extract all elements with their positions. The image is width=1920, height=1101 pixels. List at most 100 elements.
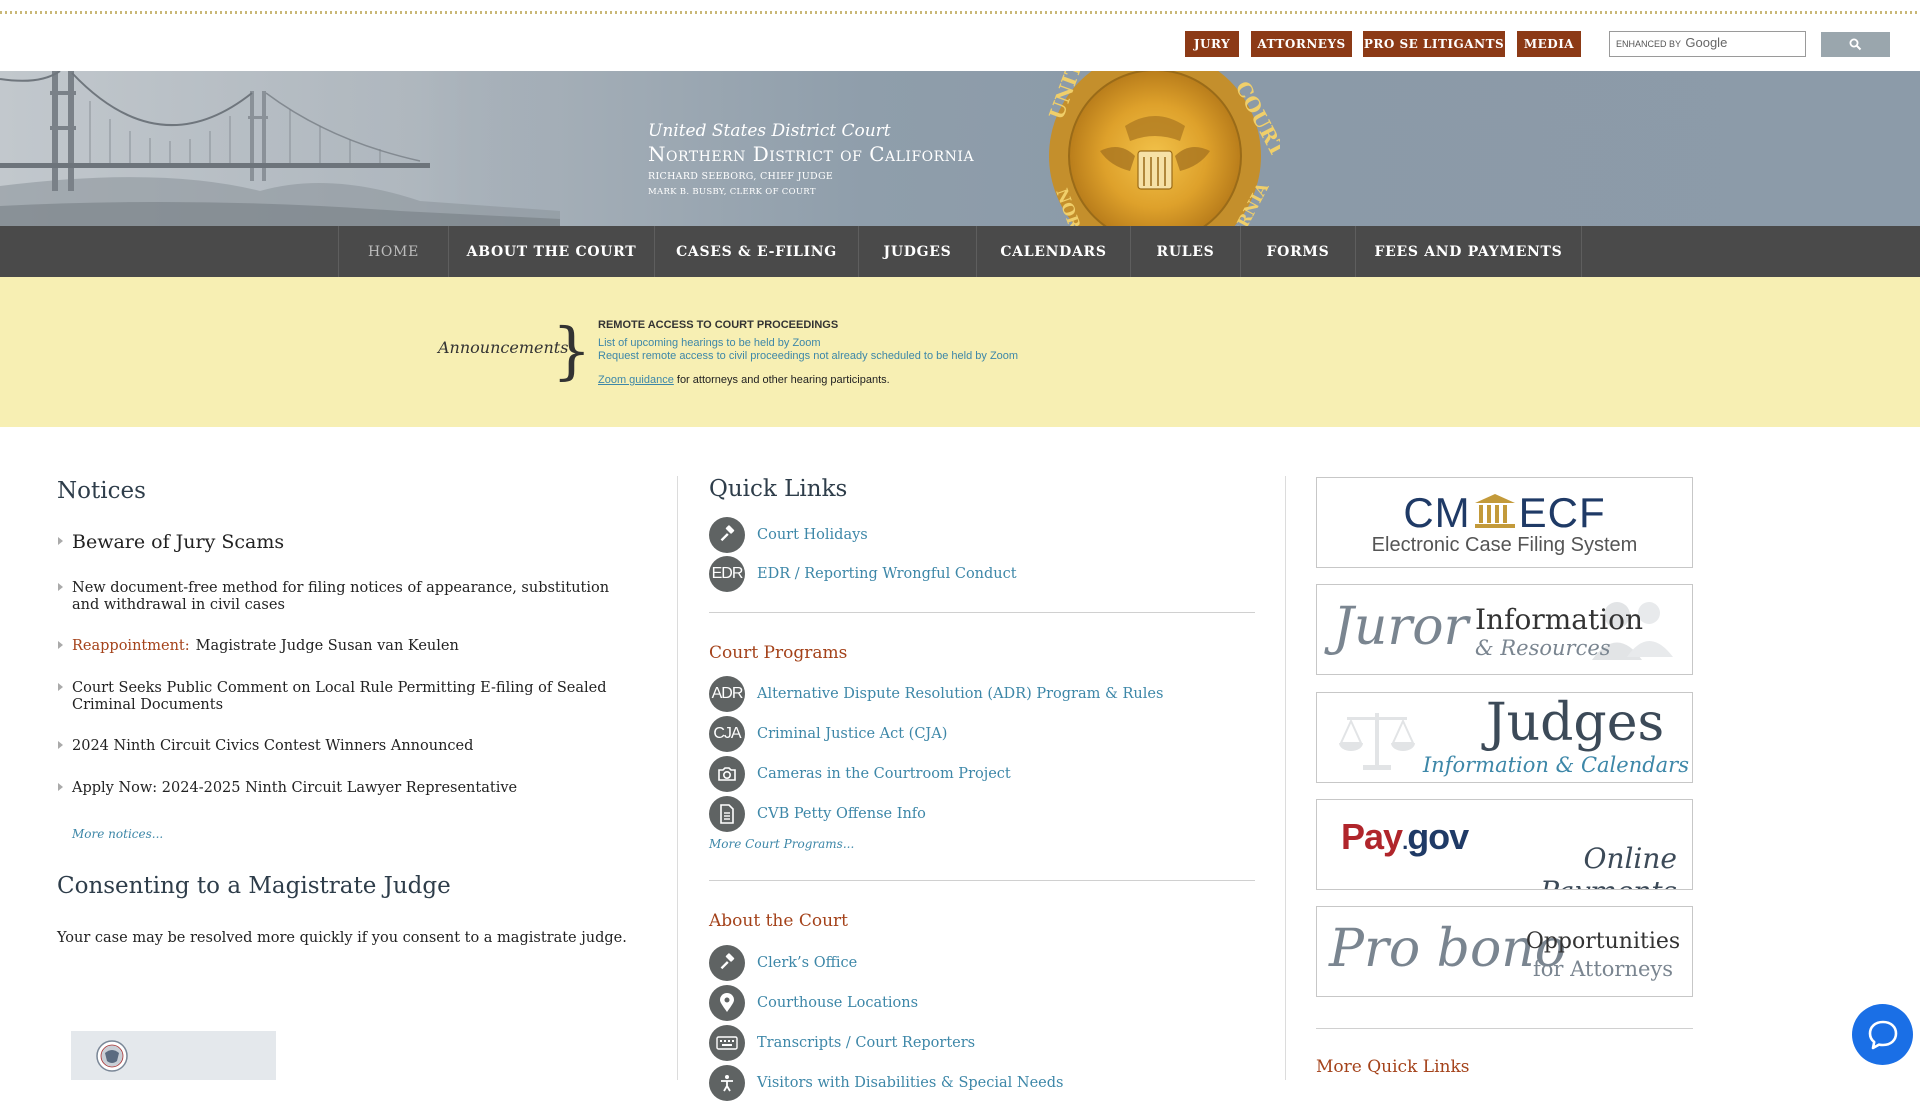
juror-info-label: Information <box>1475 603 1644 636</box>
nav-fees-and-payments[interactable]: FEES AND PAYMENTS <box>1355 226 1581 277</box>
notice-item[interactable]: Apply Now: 2024-2025 Ninth Circuit Lawye… <box>58 780 632 797</box>
announcement-link-zoom-hearings[interactable]: List of upcoming hearings to be held by … <box>598 337 821 349</box>
program-link-adr[interactable]: ADR Alternative Dispute Resolution (ADR)… <box>709 676 1163 712</box>
section-divider <box>1316 1028 1693 1029</box>
about-link-label: Courthouse Locations <box>757 995 919 1011</box>
camera-icon <box>709 756 745 792</box>
pro-bono-opportunities: Opportunities <box>1525 929 1681 954</box>
announcement-link-remote-access[interactable]: Request remote access to civil proceedin… <box>598 350 1018 362</box>
notice-text: Apply Now: 2024-2025 Ninth Circuit Lawye… <box>72 780 518 796</box>
location-pin-icon <box>709 985 745 1021</box>
judges-subtitle: Information & Calendars <box>1422 753 1689 777</box>
section-divider <box>709 880 1255 881</box>
nav-rules[interactable]: RULES <box>1130 226 1240 277</box>
nav-calendars[interactable]: CALENDARS <box>976 226 1130 277</box>
util-media-button[interactable]: MEDIA <box>1517 31 1581 57</box>
notice-item[interactable]: New document-free method for filing noti… <box>58 580 632 614</box>
nav-about-the-court[interactable]: ABOUT THE COURT <box>448 226 654 277</box>
notice-prefix: Reappointment: <box>72 638 190 654</box>
chat-bubble-icon <box>1868 1020 1897 1049</box>
chief-judge-name: RICHARD SEEBORG, CHIEF JUDGE <box>648 171 834 182</box>
notice-text: Magistrate Judge Susan van Keulen <box>195 638 459 654</box>
bullet-icon <box>58 641 63 649</box>
zoom-guidance-text: for attorneys and other hearing particip… <box>673 374 890 386</box>
program-link-cameras[interactable]: Cameras in the Courtroom Project <box>709 756 1011 792</box>
juror-resources-label: & Resources <box>1475 636 1611 660</box>
quick-link-edr[interactable]: EDR EDR / Reporting Wrongful Conduct <box>709 556 1017 592</box>
more-notices-link[interactable]: More notices... <box>72 827 163 841</box>
court-programs-heading: Court Programs <box>709 643 848 663</box>
nav-judges[interactable]: JUDGES <box>858 226 976 277</box>
main-navigation: HOME ABOUT THE COURT CASES & E-FILING JU… <box>0 226 1920 277</box>
notice-item[interactable]: Beware of Jury Scams <box>58 531 632 553</box>
golden-gate-bridge-image <box>0 71 560 226</box>
notice-text: Beware of Jury Scams <box>72 531 285 553</box>
announcement-zoom-guidance: Zoom guidance for attorneys and other he… <box>598 374 890 386</box>
scales-icon <box>1339 713 1415 770</box>
cmecf-subtitle: Electronic Case Filing System <box>1371 534 1638 556</box>
paygov-card[interactable]: Pay.gov Online Payments <box>1316 799 1693 890</box>
juror-info-card[interactable]: Juror Information & Resources <box>1316 584 1693 675</box>
search-button[interactable] <box>1821 32 1890 57</box>
decorative-dotted-line <box>0 11 1920 14</box>
util-attorneys-button[interactable]: ATTORNEYS <box>1251 31 1352 57</box>
bullet-icon <box>58 537 63 545</box>
about-link-courthouse-locations[interactable]: Courthouse Locations <box>709 985 918 1021</box>
program-link-label: Alternative Dispute Resolution (ADR) Pro… <box>757 686 1164 702</box>
pro-bono-card[interactable]: Pro bono Opportunities for Attorneys <box>1316 906 1693 997</box>
nav-home[interactable]: HOME <box>338 226 448 277</box>
program-link-cja[interactable]: CJA Criminal Justice Act (CJA) <box>709 716 947 752</box>
notice-item[interactable]: Court Seeks Public Comment on Local Rule… <box>58 680 632 714</box>
column-divider <box>1285 476 1286 1080</box>
court-name-line2: Northern District of California <box>648 142 975 166</box>
chat-widget-button[interactable] <box>1852 1004 1913 1065</box>
quick-link-label: EDR / Reporting Wrongful Conduct <box>757 566 1017 582</box>
juror-title: Juror <box>1333 597 1469 657</box>
zoom-guidance-link[interactable]: Zoom guidance <box>598 374 674 386</box>
announcements-brace: } <box>552 314 592 387</box>
about-link-label: Transcripts / Court Reporters <box>757 1035 976 1051</box>
cja-icon: CJA <box>709 716 745 752</box>
notices-heading: Notices <box>57 478 146 504</box>
keyboard-icon <box>709 1025 745 1061</box>
bullet-icon <box>58 783 63 791</box>
notice-item[interactable]: 2024 Ninth Circuit Civics Contest Winner… <box>58 738 632 755</box>
more-court-programs-link[interactable]: More Court Programs... <box>709 837 854 851</box>
about-link-clerks-office[interactable]: Clerk’s Office <box>709 945 857 981</box>
quick-link-court-holidays[interactable]: Court Holidays <box>709 517 868 553</box>
about-link-transcripts[interactable]: Transcripts / Court Reporters <box>709 1025 975 1061</box>
about-link-label: Clerk’s Office <box>757 955 858 971</box>
nav-cases-e-filing[interactable]: CASES & E-FILING <box>654 226 858 277</box>
document-icon <box>709 796 745 832</box>
search-icon <box>1849 38 1862 51</box>
judges-card[interactable]: Judges Information & Calendars <box>1316 692 1693 783</box>
adr-icon: ADR <box>709 676 745 712</box>
search-branding: ENHANCED BY Google <box>1616 35 1728 50</box>
util-jury-button[interactable]: JURY <box>1185 31 1239 57</box>
column-divider <box>677 476 678 1080</box>
about-court-heading: About the Court <box>709 911 848 931</box>
program-link-label: CVB Petty Offense Info <box>757 806 926 822</box>
nav-forms[interactable]: FORMS <box>1240 226 1355 277</box>
pro-bono-for-attorneys: for Attorneys <box>1532 957 1674 981</box>
court-name-line1: United States District Court <box>648 121 891 141</box>
quick-links-heading: Quick Links <box>709 476 848 502</box>
about-link-disabilities[interactable]: Visitors with Disabilities & Special Nee… <box>709 1065 1063 1101</box>
program-link-label: Cameras in the Courtroom Project <box>757 766 1011 782</box>
consent-heading: Consenting to a Magistrate Judge <box>57 873 451 899</box>
notice-text: New document-free method for filing noti… <box>72 580 610 613</box>
notice-text: Court Seeks Public Comment on Local Rule… <box>72 680 607 713</box>
consent-text: Your case may be resolved more quickly i… <box>57 930 627 946</box>
more-quick-links-heading[interactable]: More Quick Links <box>1316 1057 1469 1077</box>
seal-thumbnail[interactable] <box>71 1031 276 1080</box>
notice-text: 2024 Ninth Circuit Civics Contest Winner… <box>72 738 474 754</box>
search-input[interactable]: ENHANCED BY Google <box>1609 31 1806 57</box>
cmecf-card[interactable]: CM ECF Electronic Case Filing System <box>1316 477 1693 568</box>
notice-item[interactable]: Reappointment: Magistrate Judge Susan van… <box>58 638 632 655</box>
program-link-cvb[interactable]: CVB Petty Offense Info <box>709 796 926 832</box>
gavel-icon <box>709 517 745 553</box>
court-seal-icon: UNITED COURT NORTH ORNIA <box>1044 71 1280 226</box>
cmecf-logo: CM ECF <box>1403 489 1606 536</box>
bullet-icon <box>58 741 63 749</box>
util-pro-se-button[interactable]: PRO SE LITIGANTS <box>1363 31 1505 57</box>
